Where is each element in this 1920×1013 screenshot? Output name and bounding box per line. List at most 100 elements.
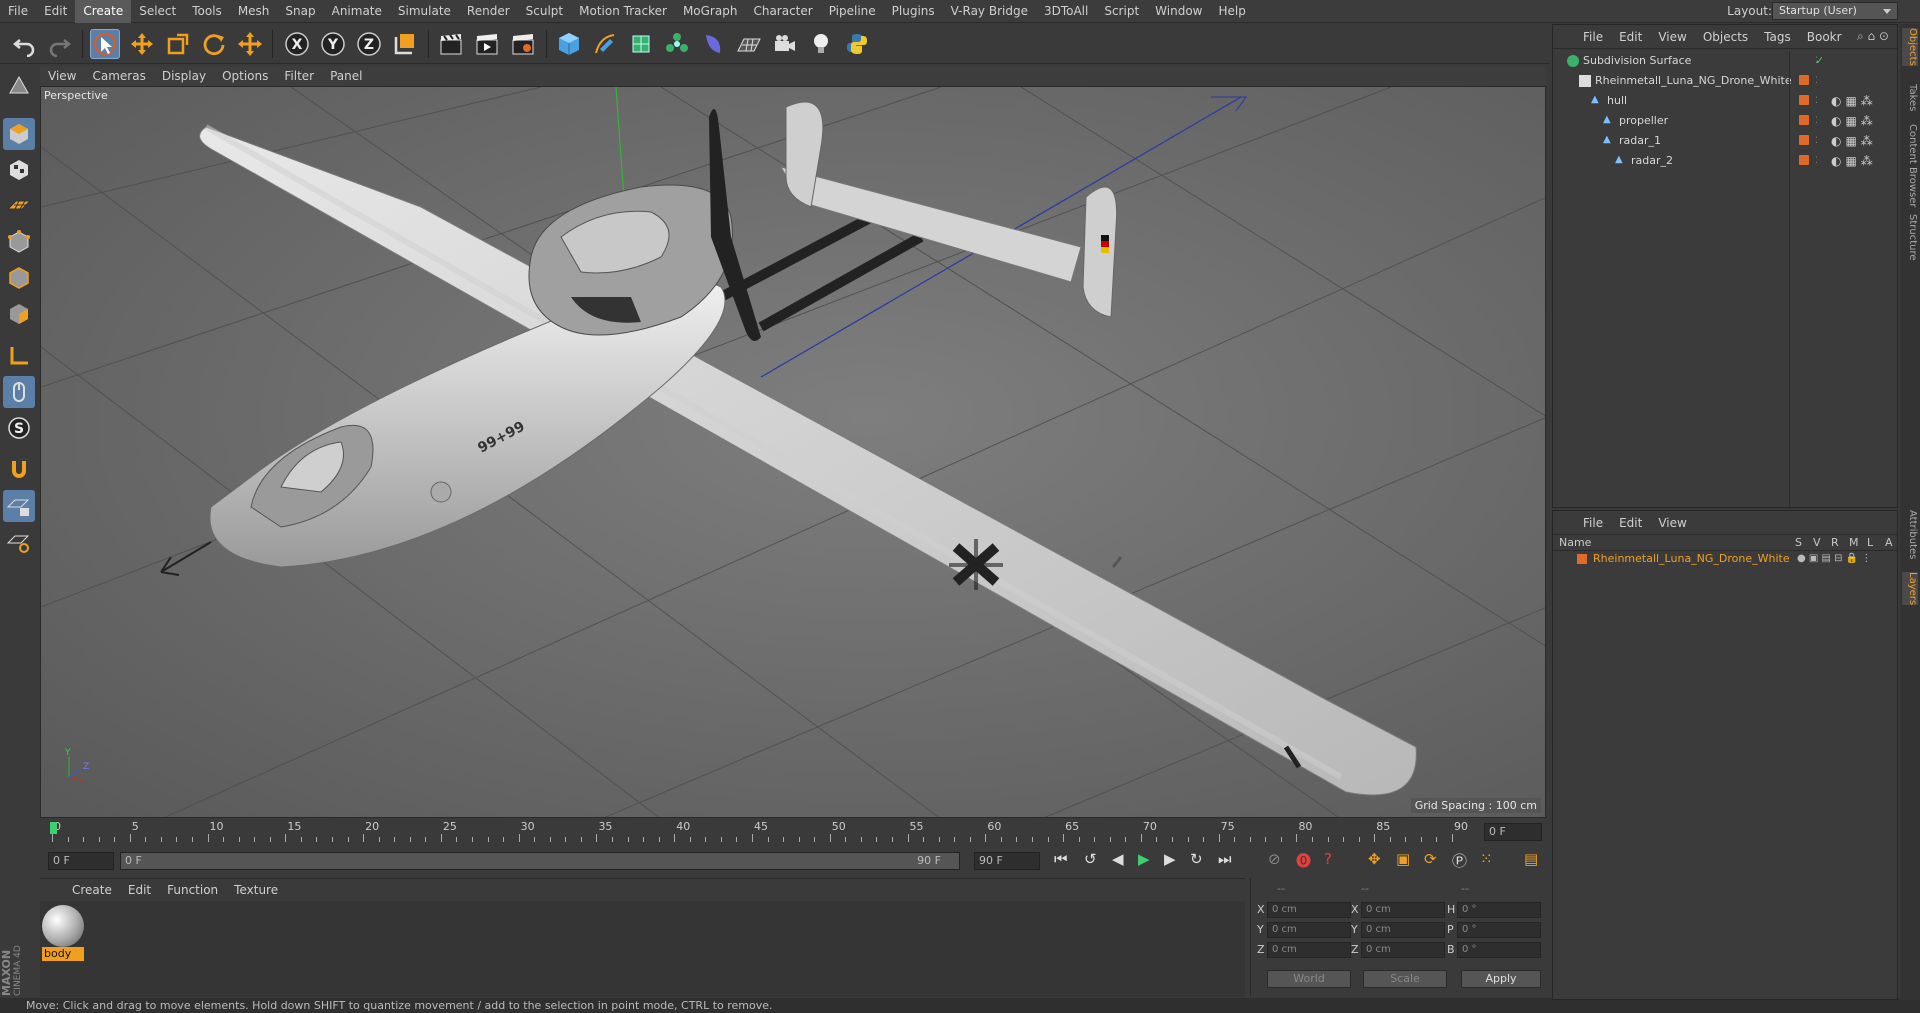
menu-mograph[interactable]: MoGraph xyxy=(675,0,746,23)
camera-button[interactable] xyxy=(770,29,800,59)
object-menu-tags[interactable]: Tags xyxy=(1756,30,1799,44)
coord-field[interactable]: 0 ° xyxy=(1457,902,1541,918)
texture-mode-button[interactable] xyxy=(3,154,35,186)
side-tab-attributes[interactable]: Attributes xyxy=(1902,510,1918,559)
autokey-icon[interactable]: ⓿ xyxy=(1296,850,1311,871)
pen-button[interactable] xyxy=(590,29,620,59)
material-body[interactable]: body xyxy=(42,905,84,961)
go-to-end-icon[interactable]: ⏭ xyxy=(1218,850,1232,868)
side-tab-structure[interactable]: Structure xyxy=(1902,214,1918,261)
lock-workplane-button[interactable] xyxy=(3,490,35,522)
axis-mode-button[interactable] xyxy=(3,340,35,372)
viewport-menu-options[interactable]: Options xyxy=(214,69,276,83)
perspective-viewport[interactable]: 99+99 Y Z Perspective Grid Spacing : 100… xyxy=(40,86,1546,818)
menu-edit[interactable]: Edit xyxy=(36,0,75,23)
make-editable-button[interactable] xyxy=(3,70,35,102)
model-mode-button[interactable] xyxy=(3,118,35,150)
live-selection-button[interactable] xyxy=(90,29,120,59)
key-move-icon[interactable]: ✥ xyxy=(1368,850,1381,868)
material-menu-function[interactable]: Function xyxy=(159,883,226,897)
menu-v-ray-bridge[interactable]: V-Ray Bridge xyxy=(943,0,1036,23)
polygons-mode-button[interactable] xyxy=(3,298,35,330)
object-row-radar-1[interactable]: ▲ radar_1 ⁚ ◐▦⁂ xyxy=(1553,131,1897,151)
viewport-menu-cameras[interactable]: Cameras xyxy=(84,69,153,83)
prev-frame-icon[interactable]: ◀ xyxy=(1112,850,1124,868)
visibility-dots-icon[interactable]: ⁚ xyxy=(1815,91,1818,111)
object-row-radar-2[interactable]: ▲ radar_2 ⁚ ◐▦⁂ xyxy=(1553,151,1897,171)
coord-field[interactable]: 0 cm xyxy=(1361,942,1445,958)
coord-field[interactable]: 0 cm xyxy=(1267,902,1351,918)
edges-mode-button[interactable] xyxy=(3,262,35,294)
viewport-menu-filter[interactable]: Filter xyxy=(276,69,322,83)
material-menu-create[interactable]: Create xyxy=(64,883,120,897)
material-menu-texture[interactable]: Texture xyxy=(226,883,286,897)
menu-create[interactable]: Create xyxy=(75,0,132,23)
menu-plugins[interactable]: Plugins xyxy=(884,0,943,23)
key-rotate-icon[interactable]: ⟳ xyxy=(1424,850,1437,868)
menu-file[interactable]: File xyxy=(0,0,36,23)
object-menu-view[interactable]: View xyxy=(1650,30,1694,44)
material-menu-edit[interactable]: Edit xyxy=(120,883,159,897)
floor-button[interactable] xyxy=(734,29,764,59)
object-name[interactable]: Subdivision Surface xyxy=(1583,51,1691,71)
object-tags-icons[interactable]: ◐▦⁂ xyxy=(1831,131,1877,151)
play-icon[interactable]: ▶ xyxy=(1138,850,1150,868)
side-tab-layers[interactable]: Layers xyxy=(1902,572,1918,606)
next-key-icon[interactable]: ↻ xyxy=(1190,850,1203,868)
keyframe-help-icon[interactable]: ? xyxy=(1324,850,1332,868)
frame-range-slider[interactable]: 0 F 90 F xyxy=(120,852,960,870)
menu-render[interactable]: Render xyxy=(459,0,518,23)
object-layer-color[interactable] xyxy=(1799,155,1809,165)
viewport-menu-panel[interactable]: Panel xyxy=(322,69,370,83)
object-layer-color[interactable] xyxy=(1799,115,1809,125)
menu-character[interactable]: Character xyxy=(745,0,820,23)
undo-button[interactable] xyxy=(10,29,40,59)
render-region-button[interactable] xyxy=(472,29,502,59)
viewport-menu-display[interactable]: Display xyxy=(154,69,214,83)
object-name[interactable]: propeller xyxy=(1619,111,1668,131)
object-row-hull[interactable]: ▲ hull ⁚ ◐▦⁂ xyxy=(1553,91,1897,111)
y-axis-button[interactable]: Y xyxy=(318,29,348,59)
go-to-start-icon[interactable]: ⏮ xyxy=(1054,850,1068,868)
object-layer-color[interactable] xyxy=(1799,75,1809,85)
coord-field[interactable]: 0 cm xyxy=(1267,922,1351,938)
x-axis-button[interactable]: X xyxy=(282,29,312,59)
layer-flag-icons[interactable]: ● ▣ ▤ ⊟ 🔒 ⋮ xyxy=(1797,549,1871,569)
python-button[interactable] xyxy=(842,29,872,59)
rotate-button[interactable] xyxy=(199,29,229,59)
menu-simulate[interactable]: Simulate xyxy=(390,0,459,23)
object-name[interactable]: Rheinmetall_Luna_NG_Drone_White xyxy=(1595,71,1792,91)
cube-button[interactable] xyxy=(554,29,584,59)
z-axis-button[interactable]: Z xyxy=(354,29,384,59)
light-button[interactable] xyxy=(806,29,836,59)
layer-row[interactable]: Rheinmetall_Luna_NG_Drone_White ● ▣ ▤ ⊟ … xyxy=(1553,549,1897,569)
menu-snap[interactable]: Snap xyxy=(277,0,323,23)
layer-color-swatch[interactable] xyxy=(1577,554,1587,564)
visibility-dots-icon[interactable]: ⁚ xyxy=(1815,111,1818,131)
workplane-button[interactable] xyxy=(3,190,35,222)
object-layer-color[interactable] xyxy=(1799,95,1809,105)
record-disabled-icon[interactable]: ⊘ xyxy=(1268,850,1281,868)
deformer-button[interactable] xyxy=(698,29,728,59)
enabled-check-icon[interactable]: ✓ xyxy=(1815,51,1824,71)
object-row-rheinmetall-luna-ng-drone-white[interactable]: Rheinmetall_Luna_NG_Drone_White ⁚ xyxy=(1553,71,1897,91)
object-row-subdivision-surface[interactable]: Subdivision Surface ⁚ ✓ xyxy=(1553,51,1897,71)
next-frame-icon[interactable]: ▶ xyxy=(1164,850,1176,868)
object-name[interactable]: radar_2 xyxy=(1631,151,1673,171)
menu-window[interactable]: Window xyxy=(1147,0,1210,23)
snap-button[interactable]: S xyxy=(3,412,35,444)
key-pla-icon[interactable]: ⁙ xyxy=(1480,850,1493,868)
coord-system-dropdown[interactable]: World xyxy=(1267,970,1351,988)
points-mode-button[interactable] xyxy=(3,226,35,258)
magnet-button[interactable] xyxy=(3,454,35,486)
render-settings-button[interactable] xyxy=(508,29,538,59)
subdivision-button[interactable] xyxy=(626,29,656,59)
scale-button[interactable] xyxy=(163,29,193,59)
cloner-button[interactable] xyxy=(662,29,692,59)
planar-workplane-button[interactable] xyxy=(3,526,35,558)
layer-menu-view[interactable]: View xyxy=(1650,516,1694,530)
side-tab-takes[interactable]: Takes xyxy=(1902,84,1918,111)
coord-field[interactable]: 0 cm xyxy=(1361,922,1445,938)
layer-name[interactable]: Rheinmetall_Luna_NG_Drone_White xyxy=(1593,549,1790,569)
render-view-button[interactable] xyxy=(436,29,466,59)
